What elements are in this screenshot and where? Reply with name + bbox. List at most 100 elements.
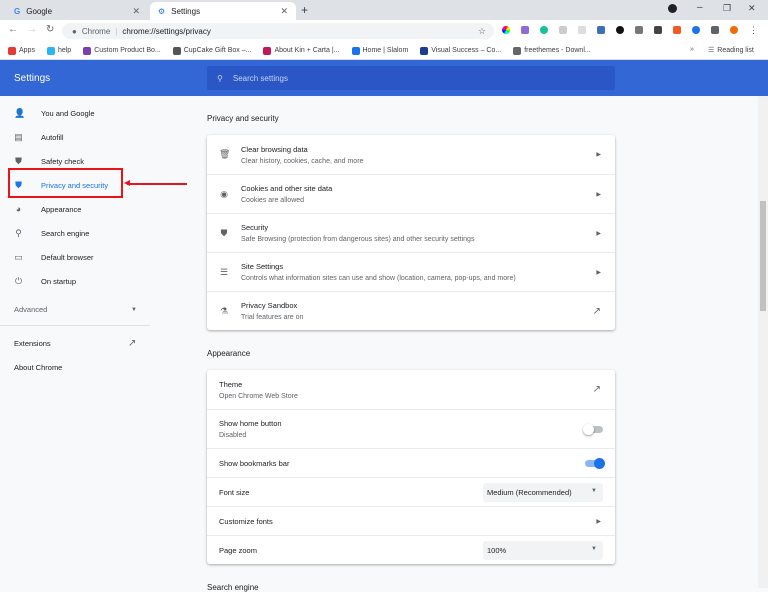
sidebar-extensions[interactable]: Extensions ↗ [14, 338, 136, 349]
privacy-row-cookies-and-other-site-data[interactable]: ◉ Cookies and other site data Cookies are … [207, 174, 615, 213]
bookmark-item[interactable]: About Kin + Carta |... [263, 46, 340, 55]
open-external-icon: ↗ [592, 384, 601, 395]
tab-strip: G Google ✕ ⚙ Settings ✕ + – ❐ ✕ [0, 0, 768, 20]
chevron-right-icon: ▶ [596, 230, 601, 237]
privacy-row-privacy-sandbox[interactable]: ⚗ Privacy Sandbox Trial features are on ↗ [207, 291, 615, 330]
customize-fonts-row[interactable]: Customize fonts ▶ [207, 506, 615, 535]
new-tab-button[interactable]: + [301, 3, 308, 17]
bookmark-favicon-icon [351, 46, 360, 55]
scrollbar[interactable] [758, 96, 768, 588]
forward-button[interactable]: → [27, 24, 37, 35]
bookmark-favicon-icon [420, 46, 429, 55]
bus-extension-icon[interactable] [635, 26, 643, 34]
google-icon: G [14, 6, 21, 16]
page-zoom-select[interactable]: 100% ▼ [483, 540, 603, 560]
back-button[interactable]: ← [8, 24, 18, 35]
sliders-icon: ☰ [219, 266, 229, 277]
close-window-button[interactable]: ✕ [748, 3, 756, 14]
font-size-row: Font size Medium (Recommended) ▼ [207, 477, 615, 506]
profile-icon[interactable] [668, 4, 677, 13]
privacy-row-security[interactable]: ⛊ Security Safe Browsing (protection from … [207, 213, 615, 252]
close-tab-icon[interactable]: ✕ [280, 6, 288, 17]
bookmark-item[interactable]: CupCake Gift Box –... [172, 46, 251, 55]
bookmark-item[interactable]: freethemes - Downl... [513, 46, 591, 55]
bookmark-item[interactable]: Visual Success – Co... [420, 46, 501, 55]
text-extension-icon[interactable] [578, 26, 586, 34]
bookmark-favicon-icon [172, 46, 181, 55]
more-bookmarks-icon[interactable]: » [690, 46, 694, 53]
bookmark-item[interactable]: Apps [8, 46, 35, 55]
appearance-card: Theme Open Chrome Web Store ↗ Show home bu… [207, 370, 615, 564]
bookmarks-bar: Apps help Custom Product Bo... CupCake Gift… [0, 42, 768, 60]
sidebar-item-autofill[interactable]: ▤ Autofill [14, 132, 63, 143]
s-extension-icon[interactable] [597, 26, 605, 34]
privacy-row-site-settings[interactable]: ☰ Site Settings Controls what information … [207, 252, 615, 291]
onepassword-icon[interactable] [616, 26, 624, 34]
section-heading-privacy: Privacy and security [207, 114, 279, 123]
restore-button[interactable]: ❐ [723, 3, 731, 14]
bookmark-item[interactable]: help [46, 46, 71, 55]
sidebar-item-you-and-google[interactable]: 👤 You and Google [14, 108, 95, 119]
sidebar-item-on-startup[interactable]: ⏻ On startup [14, 276, 76, 287]
highlight-box [8, 168, 123, 198]
search-input[interactable]: ⚲ Search settings [207, 66, 615, 90]
privacy-row-clear-browsing-data[interactable]: 🗑 Clear browsing data Clear history, cooki… [207, 135, 615, 174]
shield-check-icon: ⛊ [15, 156, 22, 166]
bookmark-favicon-icon [263, 46, 272, 55]
minimize-button[interactable]: – [697, 2, 703, 13]
puzzle-icon[interactable] [711, 26, 719, 34]
shield-icon: ⛊ [220, 227, 228, 238]
sidebar-item-safety-check[interactable]: ⛊ Safety check [14, 156, 84, 167]
sidebar-item-appearance[interactable]: ◕ Appearance [14, 204, 82, 214]
scrollbar-thumb[interactable] [760, 201, 766, 311]
tab-google[interactable]: G Google ✕ [6, 2, 148, 20]
chevron-right-icon: ▶ [596, 518, 601, 525]
theme-row[interactable]: Theme Open Chrome Web Store ↗ [207, 370, 615, 409]
bookmark-item[interactable]: Custom Product Bo... [83, 46, 161, 55]
page-zoom-row: Page zoom 100% ▼ [207, 535, 615, 564]
info-extension-icon[interactable] [692, 26, 700, 34]
sidebar-about-chrome[interactable]: About Chrome [14, 363, 62, 372]
extensions-area: ⋮ [502, 26, 758, 35]
sidebar-item-search-engine[interactable]: ⚲ Search engine [14, 228, 89, 239]
address-bar[interactable]: ● Chrome | chrome://settings/privacy ☆ [62, 23, 494, 39]
gear-icon: ⚙ [158, 6, 166, 16]
grammarly-icon[interactable] [540, 26, 548, 34]
close-tab-icon[interactable]: ✕ [132, 6, 140, 17]
bookmarks-bar-toggle[interactable] [585, 457, 605, 469]
search-icon: ⚲ [217, 73, 223, 83]
bookmark-favicon-icon [8, 46, 16, 55]
clipboard-icon: ▤ [14, 132, 23, 142]
sidebar-advanced[interactable]: Advanced ▼ [14, 305, 137, 314]
arrow-head [124, 180, 130, 186]
reading-list-button[interactable]: ☰ Reading list [708, 46, 754, 55]
bookmark-star-icon[interactable]: ☆ [478, 26, 486, 37]
color-extension-icon[interactable] [502, 26, 510, 34]
browser-icon: ▭ [14, 252, 23, 262]
section-heading-appearance: Appearance [207, 349, 251, 358]
person-icon: 👤 [14, 108, 26, 118]
chevron-down-icon: ▼ [591, 545, 597, 552]
power-icon: ⏻ [14, 276, 23, 286]
home-button-row: Show home button Disabled [207, 409, 615, 448]
m-extension-icon[interactable] [654, 26, 662, 34]
reload-button[interactable]: ↻ [46, 24, 54, 35]
extension-icon[interactable] [559, 26, 567, 34]
tab-settings[interactable]: ⚙ Settings ✕ [150, 2, 296, 20]
chevron-right-icon: ▶ [596, 152, 601, 158]
annotation-arrow [127, 183, 187, 185]
avatar[interactable] [730, 26, 738, 34]
html-extension-icon[interactable] [673, 26, 681, 34]
trash-icon: 🗑 [219, 149, 231, 159]
chevron-right-icon: ▶ [596, 269, 601, 276]
pen-extension-icon[interactable] [521, 26, 529, 34]
menu-icon[interactable]: ⋮ [749, 26, 758, 35]
palette-icon: ◕ [15, 204, 22, 214]
sidebar-item-default-browser[interactable]: ▭ Default browser [14, 252, 93, 263]
home-button-toggle[interactable] [583, 423, 603, 435]
font-size-select[interactable]: Medium (Recommended) ▼ [483, 482, 603, 502]
bookmarks-bar-row: Show bookmarks bar [207, 448, 615, 477]
bookmark-item[interactable]: Home | Slalom [351, 46, 408, 55]
bookmark-favicon-icon [83, 46, 92, 55]
bookmark-favicon-icon [46, 46, 55, 55]
